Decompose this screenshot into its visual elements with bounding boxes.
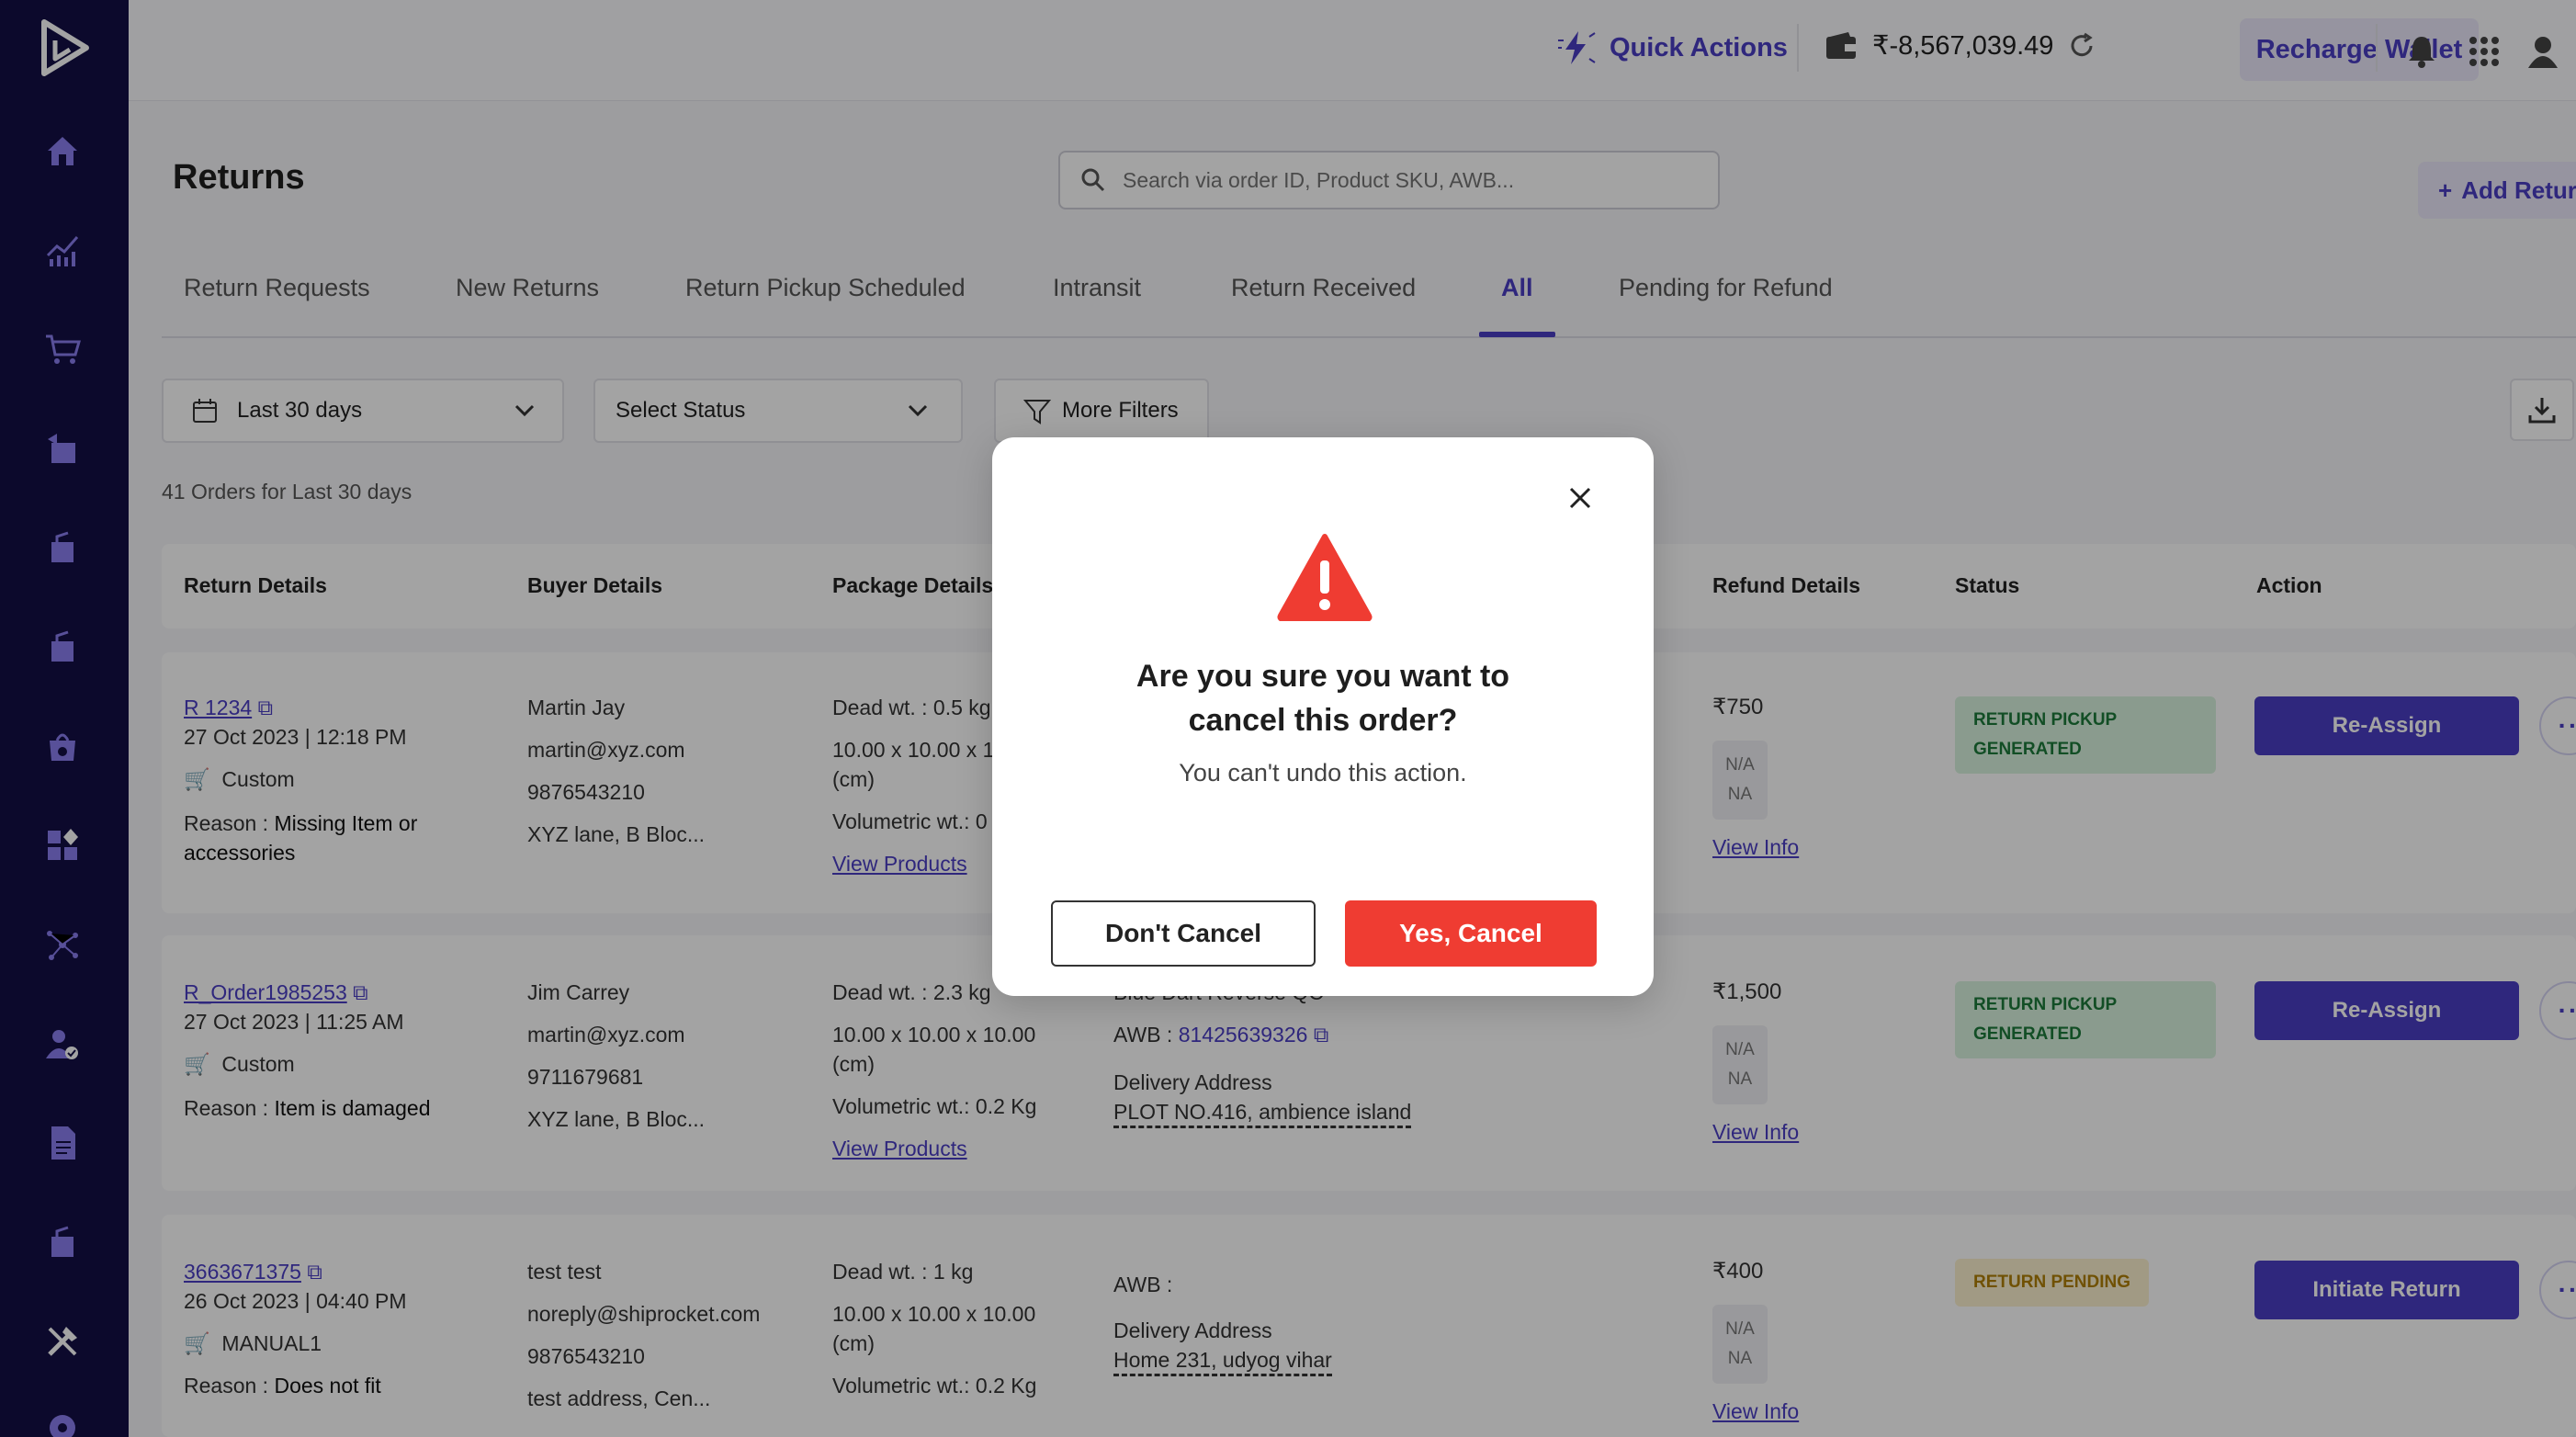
dialog-title: Are you sure you want to cancel this ord…: [1135, 659, 1510, 738]
dialog-subtitle: You can't undo this action.: [1179, 759, 1467, 786]
warning-icon: [1277, 533, 1373, 622]
yes-cancel-button[interactable]: Yes, Cancel: [1345, 900, 1597, 967]
close-icon[interactable]: [1562, 480, 1599, 516]
cancel-order-dialog: Are you sure you want to cancel this ord…: [992, 437, 1654, 996]
dont-cancel-button[interactable]: Don't Cancel: [1051, 900, 1316, 967]
